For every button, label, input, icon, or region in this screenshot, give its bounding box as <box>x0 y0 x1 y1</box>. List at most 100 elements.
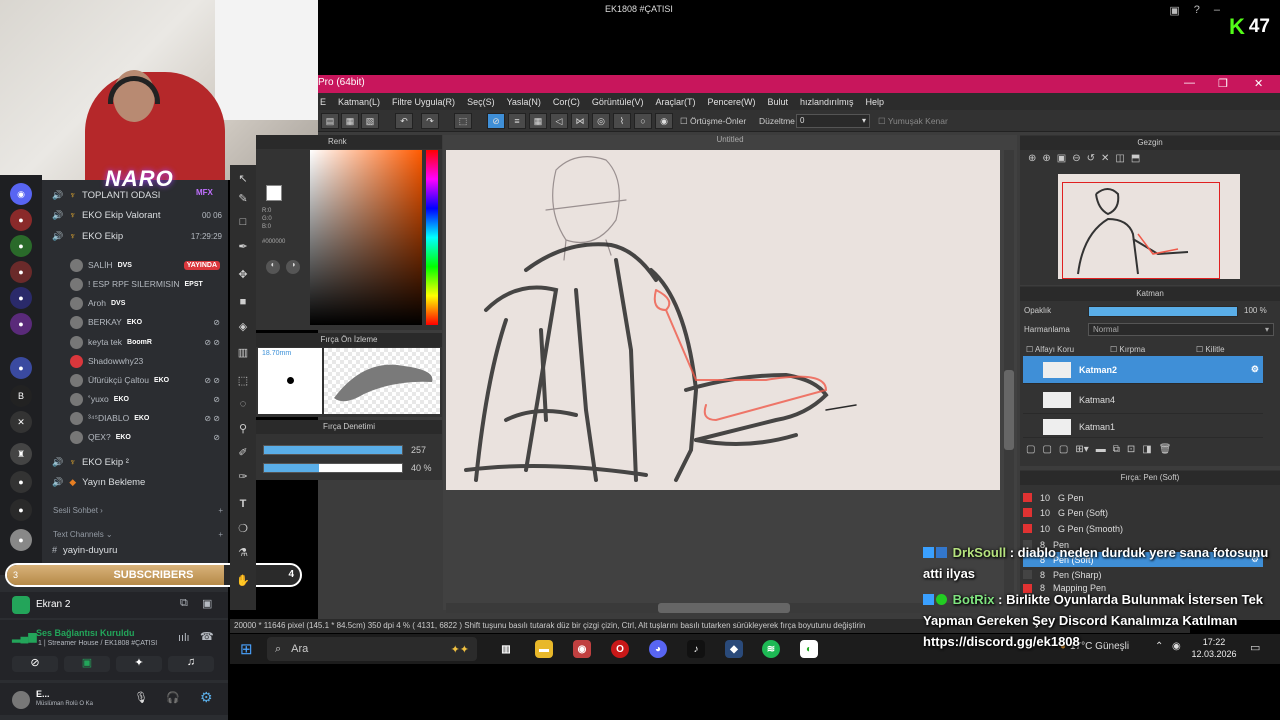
server-icon[interactable]: ● <box>10 499 32 521</box>
reset-icon[interactable]: ✕ <box>1101 153 1109 164</box>
text-tool-icon[interactable]: T <box>234 495 252 513</box>
popout-icon[interactable]: ⧉ <box>180 597 188 610</box>
scrollbar-thumb[interactable] <box>1004 370 1014 450</box>
perspective-icon[interactable]: ⋈ <box>571 113 589 129</box>
close-window-icon[interactable]: ✕ <box>1254 77 1263 90</box>
menu-item[interactable]: Araçlar(T) <box>655 97 695 107</box>
move-tool-icon[interactable]: ↖ <box>234 169 252 187</box>
blend-tool-icon[interactable]: ✑ <box>234 467 252 485</box>
server-icon[interactable]: ◉ <box>10 183 32 205</box>
menu-item[interactable]: Pencere(W) <box>707 97 755 107</box>
flip-vertical-icon[interactable]: ⬒ <box>1131 153 1140 164</box>
stabilizer-icon[interactable]: ⊘ <box>487 113 505 129</box>
checkbox-clipping[interactable]: ☐ Kırpma <box>1110 345 1145 354</box>
zoom-in-icon[interactable]: ⊕ <box>1042 153 1050 164</box>
activities-button[interactable]: ✦ <box>116 656 162 672</box>
voice-user[interactable]: QEX? EKO ⊘ <box>70 428 220 446</box>
server-icon[interactable]: ● <box>10 287 32 309</box>
layer-settings-gear-icon[interactable]: ⚙ <box>1251 364 1259 375</box>
channel-item[interactable]: 🔊 ♆ EKO Ekip 17:29:29 <box>52 227 222 245</box>
task-view-icon[interactable]: ▥ <box>497 640 515 658</box>
flip-icon[interactable]: ◫ <box>1115 153 1124 164</box>
blend-mode-select[interactable]: Normal ▾ <box>1088 323 1274 336</box>
brush-item[interactable]: 10 G Pen (Smooth) <box>1023 521 1263 536</box>
menu-item[interactable]: Filtre Uygula(R) <box>392 97 455 107</box>
screen-share-button[interactable]: ▣ <box>64 656 110 672</box>
marquee-tool-icon[interactable]: ⬚ <box>234 371 252 389</box>
new-vector-layer-icon[interactable]: ▢ <box>1042 444 1051 455</box>
voice-user[interactable]: Üfürükçü Çaltou EKO ⊘ ⊘ <box>70 371 220 389</box>
folder-icon[interactable]: ▬ <box>1096 444 1106 455</box>
navigator-thumbnail[interactable] <box>1058 174 1240 279</box>
color-wheel-icon[interactable]: ◐ <box>266 260 280 274</box>
noise-icon[interactable]: ıılı <box>178 632 190 644</box>
text-channel-item[interactable]: # yayin-duyuru <box>52 541 222 559</box>
server-icon[interactable]: ● <box>10 357 32 379</box>
spotify-icon[interactable]: ≋ <box>762 640 780 658</box>
merge-icon[interactable]: ⊡ <box>1127 444 1135 455</box>
redo-icon[interactable]: ↷ <box>421 113 439 129</box>
discord-icon[interactable]: ◕ <box>649 640 667 658</box>
new-file-icon[interactable]: ▤ <box>321 113 339 129</box>
server-icon[interactable]: ● <box>10 209 32 231</box>
category-text-channels[interactable]: Text Channels ⌄ + <box>53 530 223 539</box>
canvas-horizontal-scrollbar[interactable] <box>446 603 1000 613</box>
brush-item[interactable]: 10 G Pen <box>1023 490 1263 505</box>
disconnect-icon[interactable]: ☎ <box>200 630 214 643</box>
microphone-icon[interactable]: 🎙 <box>134 691 148 704</box>
layer-opacity-slider[interactable] <box>1088 306 1238 317</box>
opera-icon[interactable]: O <box>611 640 629 658</box>
app-icon[interactable]: ◆ <box>725 640 743 658</box>
lasso-icon[interactable]: ⌇ <box>613 113 631 129</box>
add-layer-dropdown-icon[interactable]: ⊞▾ <box>1075 444 1088 455</box>
grid-icon[interactable]: ▦ <box>529 113 547 129</box>
channel-item[interactable]: 🔊 ♆ EKO Ekip ² <box>52 453 222 471</box>
camera-off-button[interactable]: ⊘ <box>12 656 58 672</box>
add-channel-icon[interactable]: + <box>218 530 223 539</box>
save-file-icon[interactable]: ▧ <box>361 113 379 129</box>
server-icon[interactable]: ● <box>10 529 32 551</box>
server-icon[interactable]: ● <box>10 471 32 493</box>
lasso-tool-icon[interactable]: ◌ <box>234 395 252 413</box>
add-channel-icon[interactable]: + <box>218 506 223 515</box>
channel-item[interactable]: 🔊 ◆ Yayın Bekleme <box>52 473 222 491</box>
soft-edge-checkbox[interactable]: ☐ Yumuşak Kenar <box>878 116 948 127</box>
screen-share-bar[interactable]: Ekran 2 ⧉ ▣ <box>0 592 228 618</box>
voice-user[interactable]: ! ESP RPF SILERMISIN EPST <box>70 275 220 293</box>
avatar[interactable] <box>12 691 30 709</box>
windows-start-icon[interactable]: ⊞ <box>240 640 253 658</box>
zoom-out-icon[interactable]: ⊖ <box>1072 153 1080 164</box>
close-stream-icon[interactable]: ▣ <box>202 597 212 610</box>
menu-item[interactable]: Yasla(N) <box>507 97 541 107</box>
brush-opacity-slider[interactable] <box>263 463 403 473</box>
minimize-window-icon[interactable]: — <box>1184 77 1195 89</box>
scrollbar-thumb[interactable] <box>658 603 790 613</box>
palette-icon[interactable]: ◑ <box>286 260 300 274</box>
color-saturation-value-picker[interactable] <box>310 150 422 325</box>
menu-item[interactable]: Görüntüle(V) <box>592 97 644 107</box>
zoom-in-icon[interactable]: ⊕ <box>1028 153 1036 164</box>
minimize-icon[interactable]: – <box>1214 4 1220 17</box>
new-raster-layer-icon[interactable]: ▢ <box>1026 444 1035 455</box>
category-sesli-sohbet[interactable]: Sesli Sohbet › + <box>53 506 223 515</box>
overlap-checkbox[interactable]: ☐ Örtüşme-Önler <box>680 116 746 127</box>
rotate-icon[interactable]: ○ <box>634 113 652 129</box>
checkbox-alpha-lock[interactable]: ☐ Alfayı Koru <box>1026 345 1074 354</box>
server-icon[interactable]: B <box>10 385 32 407</box>
checkbox-lock[interactable]: ☐ Kilitle <box>1196 345 1225 354</box>
menu-item[interactable]: Cor(C) <box>553 97 580 107</box>
voice-user[interactable]: Shadowwhy23 <box>70 352 220 370</box>
main-color-swatch[interactable] <box>266 185 282 201</box>
settings-gear-icon[interactable]: ⚙ <box>200 689 213 706</box>
duplicate-icon[interactable]: ⧉ <box>1113 444 1120 455</box>
mask-icon[interactable]: ◨ <box>1142 444 1151 455</box>
target-icon[interactable]: ◉ <box>655 113 673 129</box>
undo-icon[interactable]: ↶ <box>395 113 413 129</box>
voice-user[interactable]: SALİH DVS YAYINDA <box>70 256 220 274</box>
pen-tool-icon[interactable]: ✒ <box>234 237 252 255</box>
rotate-left-icon[interactable]: ↺ <box>1087 153 1095 164</box>
layer-row[interactable]: Katman2 ⚙ <box>1023 356 1263 384</box>
taskbar-search[interactable]: ⌕ Ara ✦✦ <box>267 637 477 661</box>
screen-icon[interactable]: ▣ <box>1169 4 1179 17</box>
delete-layer-icon[interactable]: 🗑 <box>1159 444 1172 455</box>
